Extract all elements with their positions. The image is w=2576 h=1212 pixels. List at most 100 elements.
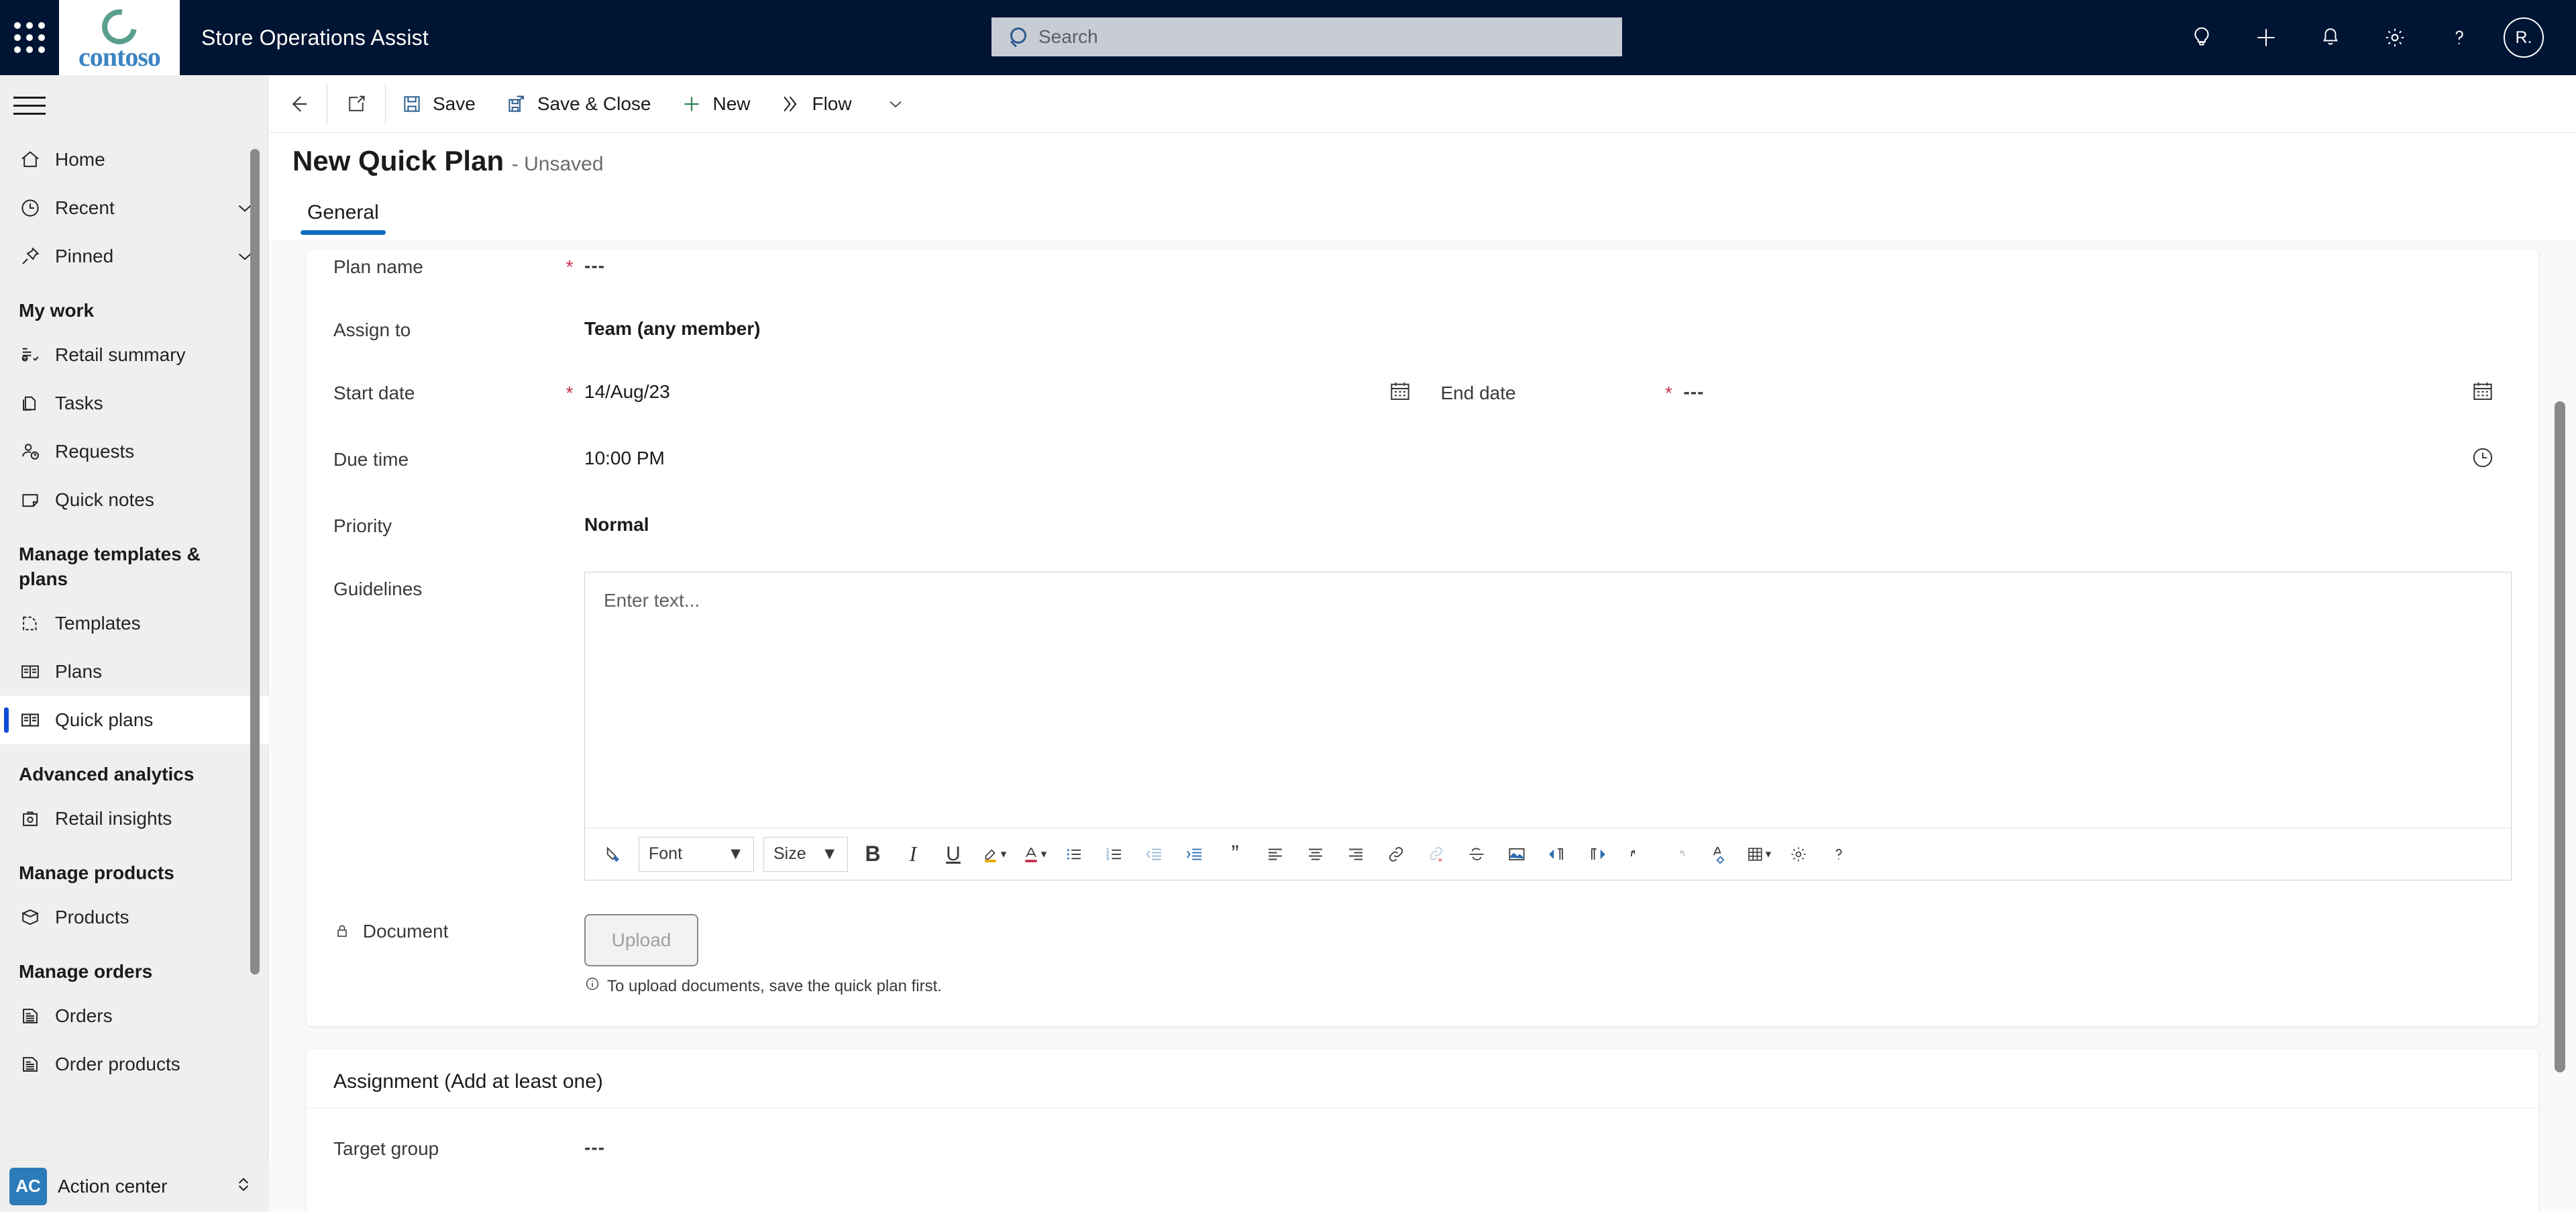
link-icon[interactable] <box>1377 834 1415 875</box>
numbered-list-icon[interactable]: 1 2 3 <box>1095 834 1134 875</box>
highlight-icon[interactable]: ▾ <box>974 834 1013 875</box>
end-date-field[interactable]: --- <box>1684 376 2512 407</box>
sidebar-item-plans[interactable]: Plans <box>0 648 268 696</box>
open-in-new-icon[interactable] <box>327 75 385 133</box>
home-icon <box>19 148 55 171</box>
settings-icon[interactable] <box>1779 834 1818 875</box>
upload-button[interactable]: Upload <box>584 914 698 966</box>
due-time-value[interactable]: 10:00 PM <box>584 442 665 469</box>
align-center-icon[interactable] <box>1296 834 1335 875</box>
clock-icon[interactable] <box>2470 442 2512 474</box>
sidebar-item-recent[interactable]: Recent <box>0 184 268 232</box>
flow-button[interactable]: Flow <box>765 75 866 133</box>
image-icon[interactable] <box>1497 834 1536 875</box>
contoso-logo[interactable]: contoso <box>59 0 180 75</box>
expand-updown-icon[interactable] <box>232 1173 255 1199</box>
due-time-field[interactable]: 10:00 PM <box>584 442 2512 474</box>
font-family-select[interactable]: Font ▼ <box>639 836 754 872</box>
start-date-field[interactable]: 14/Aug/23 <box>584 376 1413 407</box>
user-avatar-button[interactable]: R. <box>2491 0 2556 75</box>
plus-icon[interactable] <box>2234 0 2298 75</box>
undo-icon[interactable] <box>1618 834 1657 875</box>
bullet-list-icon[interactable] <box>1055 834 1093 875</box>
sidebar-item-quick-notes[interactable]: Quick notes <box>0 476 268 524</box>
app-launcher-button[interactable] <box>0 0 59 75</box>
calendar-icon[interactable] <box>1387 376 1413 407</box>
sidebar-item-retail-insights[interactable]: Retail insights <box>0 795 268 843</box>
save-close-icon <box>508 95 524 112</box>
calendar-icon[interactable] <box>2470 376 2512 407</box>
action-center-button[interactable]: AC Action center <box>0 1160 268 1212</box>
clear-format-icon[interactable] <box>1699 834 1737 875</box>
decrease-indent-icon[interactable] <box>1135 834 1174 875</box>
command-bar: Save Save & Close New Flow <box>269 75 2576 133</box>
bell-icon[interactable] <box>2298 0 2363 75</box>
sidebar-item-requests[interactable]: Requests <box>0 427 268 476</box>
sidebar-item-products[interactable]: Products <box>0 893 268 942</box>
italic-icon[interactable]: I <box>894 834 932 875</box>
sidebar-toggle-button[interactable] <box>0 75 268 136</box>
sidebar-item-order-products[interactable]: Order products <box>0 1040 268 1089</box>
sidebar-item-templates[interactable]: Templates <box>0 599 268 648</box>
hamburger-icon <box>13 91 46 121</box>
ltr-icon[interactable] <box>1538 834 1576 875</box>
guidelines-textarea[interactable]: Enter text... <box>585 572 2511 827</box>
main-scrollbar[interactable] <box>2555 401 2565 1173</box>
sidebar-item-orders[interactable]: Orders <box>0 992 268 1040</box>
bold-icon[interactable]: B <box>853 834 892 875</box>
gear-icon[interactable] <box>2363 0 2427 75</box>
command-overflow-button[interactable] <box>867 75 924 133</box>
target-group-value[interactable]: --- <box>584 1131 605 1158</box>
table-icon[interactable]: ▾ <box>1739 834 1778 875</box>
chevron-down-icon: ▾ <box>1000 847 1007 860</box>
assign-to-value[interactable]: Team (any member) <box>584 313 760 340</box>
redo-icon[interactable] <box>1658 834 1697 875</box>
sidebar-item-quick-plans[interactable]: Quick plans <box>0 696 268 744</box>
strikethrough-icon[interactable] <box>1457 834 1496 875</box>
help-icon[interactable] <box>2427 0 2491 75</box>
sidebar-item-label: Retail insights <box>55 808 172 829</box>
search-input[interactable]: Search <box>991 17 1622 56</box>
end-date-value[interactable]: --- <box>1684 376 1705 403</box>
new-button[interactable]: New <box>665 75 765 133</box>
required-spacer <box>555 313 584 319</box>
underline-icon[interactable]: U <box>934 834 973 875</box>
sidebar-item-tasks[interactable]: Tasks <box>0 379 268 427</box>
font-color-icon[interactable]: ▾ <box>1014 834 1053 875</box>
sidebar-item-label: Order products <box>55 1054 180 1074</box>
unlink-icon[interactable] <box>1417 834 1456 875</box>
font-select-label: Font <box>649 844 683 863</box>
document-hint-text: To upload documents, save the quick plan… <box>607 976 942 995</box>
start-date-value[interactable]: 14/Aug/23 <box>584 376 670 403</box>
insights-icon <box>19 807 55 830</box>
back-arrow-icon[interactable] <box>269 75 327 133</box>
sidebar-item-home[interactable]: Home <box>0 136 268 184</box>
rtl-icon[interactable] <box>1578 834 1617 875</box>
end-date-label: End date <box>1440 383 1516 403</box>
help-icon[interactable] <box>1819 834 1858 875</box>
field-row-document: Document Upload To upload documents, sav… <box>307 914 2538 997</box>
sidebar-scrollbar-thumb[interactable] <box>250 149 260 974</box>
search-placeholder: Search <box>1038 26 1098 47</box>
sidebar-item-pinned[interactable]: Pinned <box>0 232 268 281</box>
blockquote-icon[interactable]: ” <box>1216 834 1254 875</box>
priority-value[interactable]: Normal <box>584 509 649 536</box>
font-size-select[interactable]: Size ▼ <box>763 836 848 872</box>
required-indicator: * <box>566 383 574 403</box>
increase-indent-icon[interactable] <box>1175 834 1214 875</box>
clock-icon <box>19 197 55 219</box>
lightbulb-icon[interactable] <box>2169 0 2234 75</box>
tab-general[interactable]: General <box>292 195 394 235</box>
global-search[interactable]: Search <box>991 17 1622 56</box>
save-and-close-button[interactable]: Save & Close <box>490 75 666 133</box>
plan-name-value[interactable]: --- <box>584 250 605 276</box>
sidebar-scrollbar[interactable] <box>250 141 260 1168</box>
align-left-icon[interactable] <box>1256 834 1295 875</box>
format-painter-icon[interactable] <box>594 834 633 875</box>
save-button[interactable]: Save <box>386 75 490 133</box>
main-scrollbar-thumb[interactable] <box>2555 401 2565 1072</box>
sidebar-item-label: Retail summary <box>55 344 186 365</box>
sidebar-item-retail-summary[interactable]: Retail summary <box>0 331 268 379</box>
align-right-icon[interactable] <box>1336 834 1375 875</box>
assign-to-label: Assign to <box>333 319 411 340</box>
